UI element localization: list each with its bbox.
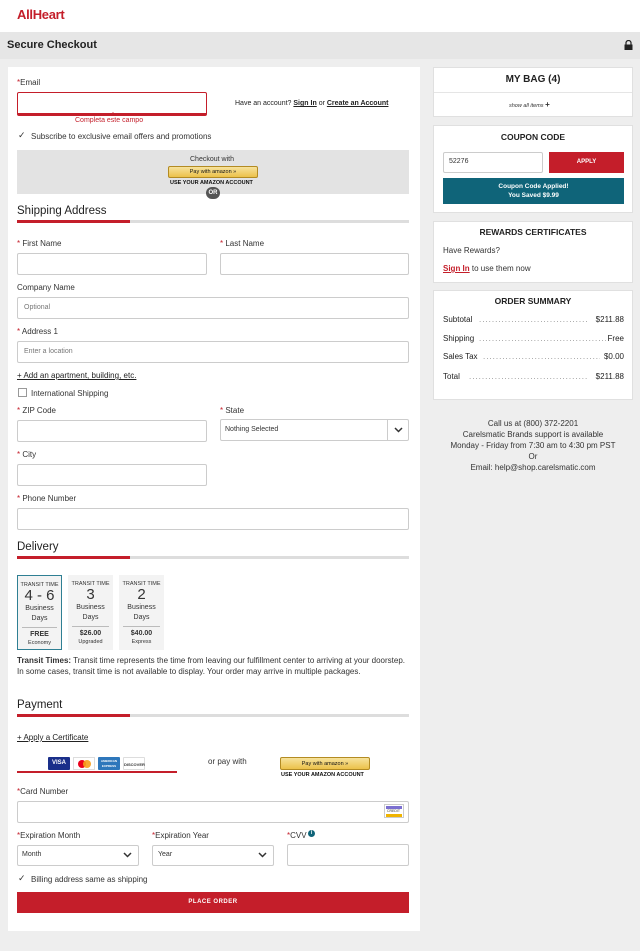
- subscribe-label: Subscribe to exclusive email offers and …: [31, 132, 212, 141]
- credit-card-icon: CREDIT: [384, 804, 404, 818]
- summary-row-sales-tax: Sales Tax ..............................…: [443, 352, 624, 361]
- coupon-applied-banner: Coupon Code Applied! You Saved $9.99: [443, 178, 624, 204]
- first-name-input[interactable]: [17, 253, 207, 275]
- top-bar: [0, 0, 640, 32]
- rewards-signin-row: Sign In to use them now: [443, 264, 531, 273]
- my-bag-title: MY BAG (4): [505, 74, 561, 85]
- place-order-button[interactable]: PLACE ORDER: [17, 892, 409, 913]
- billing-same-checkbox[interactable]: ✓: [18, 874, 26, 883]
- my-bag-divider: [434, 92, 632, 93]
- plus-icon: +: [545, 100, 550, 109]
- summary-row-subtotal: Subtotal ...............................…: [443, 315, 624, 324]
- contact-email[interactable]: Email: help@shop.carelsmatic.com: [433, 462, 633, 473]
- info-icon[interactable]: i: [308, 830, 315, 837]
- summary-row-total: Total ..................................…: [443, 372, 624, 381]
- amazon-checkout-title: Checkout with: [190, 156, 234, 163]
- international-label: International Shipping: [31, 389, 109, 398]
- discover-card-icon: DISCOVER: [123, 757, 145, 770]
- address1-input[interactable]: [17, 341, 409, 363]
- mastercard-icon: [73, 757, 95, 770]
- rewards-question: Have Rewards?: [443, 246, 500, 255]
- sign-in-link[interactable]: Sign In: [293, 100, 316, 107]
- zip-label: * ZIP Code: [17, 406, 56, 415]
- or-pay-with-label: or pay with: [208, 757, 247, 766]
- coupon-value: 52276: [449, 158, 469, 165]
- company-label: Company Name: [17, 283, 75, 292]
- amazon-caption-2: USE YOUR AMAZON ACCOUNT: [281, 772, 364, 778]
- phone-label: * Phone Number: [17, 494, 77, 503]
- address1-placeholder: Enter a location: [24, 348, 73, 355]
- page-title: Secure Checkout: [7, 39, 97, 51]
- zip-input[interactable]: [17, 420, 207, 442]
- chevron-down-icon: [394, 427, 403, 433]
- cvv-input[interactable]: [287, 844, 409, 866]
- first-name-label: * First Name: [17, 239, 62, 248]
- payment-title: Payment: [17, 699, 63, 711]
- apply-certificate-link[interactable]: + Apply a Certificate: [17, 733, 88, 742]
- apply-coupon-button[interactable]: APPLY: [549, 152, 624, 173]
- order-summary-panel: [433, 290, 633, 400]
- contact-phone[interactable]: Call us at (800) 372-2201: [433, 418, 633, 429]
- card-number-label: *Card Number: [17, 787, 69, 796]
- company-input[interactable]: [17, 297, 409, 319]
- contact-info: Call us at (800) 372-2201 Carelsmatic Br…: [433, 418, 633, 473]
- chevron-right-icon: »: [233, 169, 237, 175]
- card-number-input[interactable]: [17, 801, 409, 823]
- amazon-caption: USE YOUR AMAZON ACCOUNT: [170, 180, 253, 186]
- account-prompt: Have an account? Sign In or Create an Ac…: [235, 100, 389, 107]
- exp-year-value: Year: [158, 851, 173, 858]
- exp-year-label: *Expiration Year: [152, 831, 209, 840]
- add-apartment-link[interactable]: + Add an apartment, building, etc.: [17, 371, 136, 380]
- error-tooltip-arrow: [110, 112, 116, 116]
- or-badge: OR: [206, 187, 220, 199]
- amazon-pay-button[interactable]: Pay with amazon »: [168, 166, 258, 178]
- brand-logo[interactable]: AllHeart: [17, 7, 65, 22]
- rewards-title: REWARDS CERTIFICATES: [479, 227, 587, 237]
- visa-card-icon: VISA: [48, 757, 70, 770]
- delivery-title: Delivery: [17, 541, 59, 553]
- cvv-label: *CVV: [287, 831, 307, 840]
- summary-row-shipping: Shipping ...............................…: [443, 334, 624, 343]
- exp-month-label: *Expiration Month: [17, 831, 81, 840]
- shipping-title: Shipping Address: [17, 205, 107, 217]
- payment-divider: [17, 714, 409, 717]
- show-all-items-link[interactable]: show all items +: [509, 100, 550, 109]
- international-checkbox[interactable]: [18, 388, 27, 397]
- create-account-link[interactable]: Create an Account: [327, 100, 389, 107]
- city-label: * City: [17, 450, 37, 459]
- company-placeholder: Optional: [24, 304, 51, 311]
- address1-label: * Address 1: [17, 327, 58, 336]
- email-error: Completa este campo: [75, 117, 144, 124]
- order-summary-title: ORDER SUMMARY: [494, 296, 572, 306]
- phone-input[interactable]: [17, 508, 409, 530]
- delivery-option-upgraded[interactable]: TRANSIT TIME 3 Business Days $26.00 Upgr…: [68, 575, 113, 650]
- delivery-option-economy[interactable]: TRANSIT TIME 4 - 6 Business Days FREE Ec…: [17, 575, 62, 650]
- delivery-divider: [17, 556, 409, 559]
- rewards-sign-in-link[interactable]: Sign In: [443, 264, 470, 273]
- amazon-pay-button-2[interactable]: Pay with amazon »: [280, 757, 370, 770]
- email-label: *Email: [17, 78, 41, 87]
- state-value: Nothing Selected: [225, 426, 279, 433]
- city-input[interactable]: [17, 464, 207, 486]
- transit-note: Transit Times: Transit time represents t…: [17, 656, 406, 676]
- subscribe-checkbox[interactable]: ✓: [18, 131, 26, 140]
- amex-card-icon: AMERICAN EXPRESS: [98, 757, 120, 770]
- last-name-input[interactable]: [220, 253, 409, 275]
- chevron-down-icon: [258, 852, 267, 858]
- lock-icon: [624, 40, 633, 50]
- exp-month-value: Month: [22, 851, 42, 858]
- last-name-label: * Last Name: [220, 239, 265, 248]
- place-order-label: PLACE ORDER: [188, 899, 238, 905]
- billing-same-label: Billing address same as shipping: [31, 875, 148, 884]
- delivery-option-express[interactable]: TRANSIT TIME 2 Business Days $40.00 Expr…: [119, 575, 164, 650]
- state-label: * State: [220, 406, 245, 415]
- apply-label: APPLY: [576, 159, 597, 165]
- chevron-down-icon: [123, 852, 132, 858]
- coupon-title: COUPON CODE: [500, 132, 566, 142]
- shipping-divider: [17, 220, 409, 223]
- state-select-divider: [387, 420, 388, 440]
- chevron-right-icon: »: [345, 761, 349, 767]
- card-tab-underline: [17, 771, 177, 773]
